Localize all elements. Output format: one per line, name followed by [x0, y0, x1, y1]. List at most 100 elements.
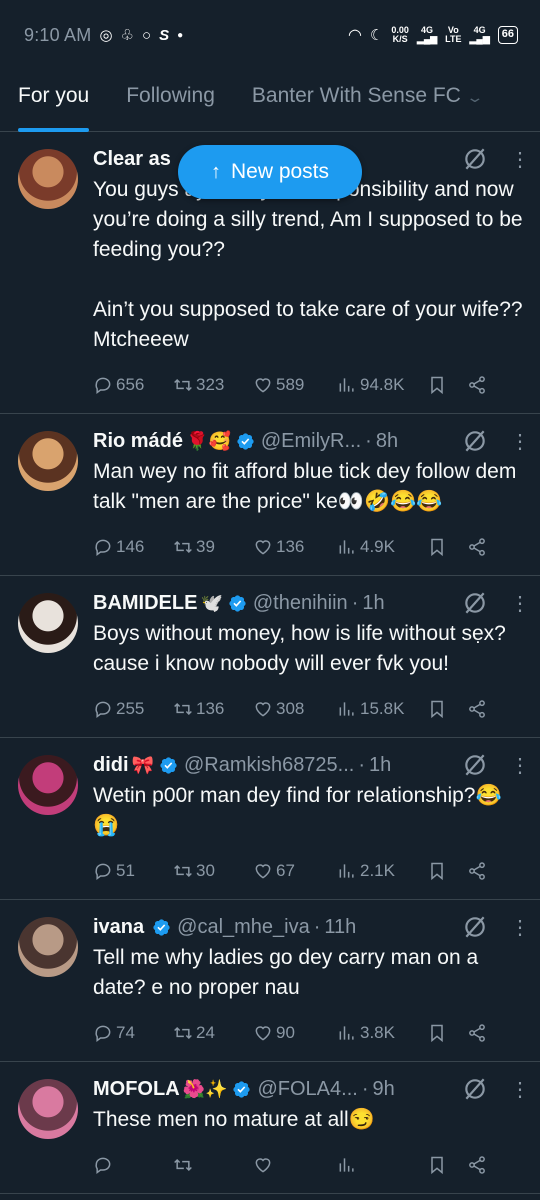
author-name[interactable]: Rio mádé [93, 430, 183, 453]
tab-community[interactable]: Banter With Sense FC ⌄ [252, 70, 484, 132]
reply-button[interactable] [93, 1155, 173, 1175]
more-options-icon[interactable]: ⋮ [510, 915, 530, 940]
like-button[interactable]: 589 [253, 375, 337, 395]
post-time[interactable]: 1h [369, 754, 391, 777]
separator-dot: · [361, 1077, 369, 1100]
like-count: 589 [276, 375, 305, 394]
author-handle[interactable]: @Ramkish68725... [184, 754, 354, 777]
bookmark-button[interactable] [427, 1023, 467, 1043]
verified-badge-icon [236, 432, 255, 451]
more-options-icon[interactable]: ⋮ [510, 429, 530, 454]
grok-icon[interactable] [462, 146, 488, 172]
post[interactable]: BAMIDELE 🕊️ @thenihiin · 1h ⋮ Boys witho… [0, 576, 540, 738]
tab-for-you[interactable]: For you [18, 70, 90, 132]
views-button[interactable]: 3.8K [337, 1023, 427, 1043]
post-time[interactable]: 8h [376, 430, 398, 453]
verified-badge-icon [228, 594, 247, 613]
post-time[interactable]: 1h [362, 592, 384, 615]
post-time[interactable]: 11h [324, 916, 356, 939]
reply-count: 146 [116, 537, 145, 556]
new-posts-button[interactable]: ↑ New posts [178, 145, 362, 199]
post-text: Boys without money, how is life without … [93, 622, 506, 675]
views-button[interactable] [337, 1155, 427, 1175]
post-time[interactable]: 9h [373, 1078, 395, 1101]
more-options-icon[interactable]: ⋮ [510, 1077, 530, 1102]
share-button[interactable] [467, 537, 497, 557]
repost-button[interactable]: 30 [173, 861, 253, 881]
repost-button[interactable]: 136 [173, 699, 253, 719]
repost-count: 39 [196, 537, 215, 556]
post[interactable]: MOFOLA 🌺✨ @FOLA4... · 9h ⋮ These men no … [0, 1062, 540, 1194]
heart-icon [255, 540, 271, 555]
grok-icon[interactable] [462, 752, 488, 778]
more-options-icon[interactable]: ⋮ [510, 753, 530, 778]
like-button[interactable] [253, 1155, 337, 1175]
views-button[interactable]: 94.8K [337, 375, 427, 395]
post[interactable]: ivana @cal_mhe_iva · 11h ⋮ Tell me why l… [0, 900, 540, 1062]
volte-indicator: Vo LTE [445, 26, 461, 44]
share-button[interactable] [467, 375, 497, 395]
more-options-icon[interactable]: ⋮ [510, 591, 530, 616]
repost-button[interactable] [173, 1155, 253, 1175]
author-handle[interactable]: @thenihiin [253, 592, 348, 615]
separator-dot: · [365, 429, 372, 452]
avatar[interactable] [18, 1079, 78, 1139]
repost-button[interactable]: 24 [173, 1023, 253, 1043]
share-button[interactable] [467, 861, 497, 881]
like-button[interactable]: 90 [253, 1023, 337, 1043]
author-name[interactable]: Clear as [93, 148, 171, 171]
author-handle[interactable]: @FOLA4... [257, 1078, 357, 1101]
grok-icon[interactable] [462, 428, 488, 454]
author-name[interactable]: didi [93, 754, 129, 777]
reply-button[interactable]: 51 [93, 861, 173, 881]
avatar[interactable] [18, 917, 78, 977]
share-button[interactable] [467, 699, 497, 719]
avatar[interactable] [18, 593, 78, 653]
views-button[interactable]: 15.8K [337, 699, 427, 719]
post[interactable]: didi 🎀 @Ramkish68725... · 1h ⋮ Wetin p00… [0, 738, 540, 900]
more-options-icon[interactable]: ⋮ [510, 147, 530, 172]
post[interactable]: Rio mádé 🌹🥰 @EmilyR... · 8h ⋮ Man wey no… [0, 414, 540, 576]
reply-button[interactable]: 656 [93, 375, 173, 395]
bookmark-button[interactable] [427, 861, 467, 881]
bookmark-icon [431, 376, 443, 395]
reply-button[interactable]: 146 [93, 537, 173, 557]
like-button[interactable]: 136 [253, 537, 337, 557]
like-button[interactable]: 67 [253, 861, 337, 881]
share-button[interactable] [467, 1155, 497, 1175]
author-handle[interactable]: @cal_mhe_iva [177, 916, 310, 939]
grok-icon[interactable] [462, 1076, 488, 1102]
bookmark-button[interactable] [427, 1155, 467, 1175]
post-content: Rio mádé 🌹🥰 @EmilyR... · 8h ⋮ Man wey no… [93, 426, 530, 575]
repost-icon [174, 540, 192, 554]
repost-button[interactable]: 323 [173, 375, 253, 395]
like-button[interactable]: 308 [253, 699, 337, 719]
post-actions: 146 39 136 4.9K [93, 523, 526, 571]
views-button[interactable]: 4.9K [337, 537, 427, 557]
grok-icon[interactable] [462, 590, 488, 616]
separator-dot: · [358, 753, 366, 776]
grok-icon[interactable] [462, 914, 488, 940]
views-button[interactable]: 2.1K [337, 861, 427, 881]
avatar[interactable] [18, 149, 78, 209]
share-icon [469, 700, 485, 718]
author-handle[interactable]: @EmilyR... [261, 430, 361, 453]
bookmark-button[interactable] [427, 375, 467, 395]
share-button[interactable] [467, 1023, 497, 1043]
tab-following[interactable]: Following [126, 70, 215, 132]
net3-label: 4G [473, 25, 486, 35]
author-name[interactable]: ivana [93, 916, 144, 939]
author-name[interactable]: MOFOLA [93, 1078, 180, 1101]
heart-icon [255, 702, 271, 717]
post-content: ivana @cal_mhe_iva · 11h ⋮ Tell me why l… [93, 912, 530, 1061]
heart-icon [255, 378, 271, 393]
avatar[interactable] [18, 755, 78, 815]
whatsapp-icon: ◎ [99, 27, 113, 44]
avatar[interactable] [18, 431, 78, 491]
repost-button[interactable]: 39 [173, 537, 253, 557]
author-name[interactable]: BAMIDELE [93, 592, 197, 615]
bookmark-button[interactable] [427, 537, 467, 557]
reply-button[interactable]: 255 [93, 699, 173, 719]
reply-button[interactable]: 74 [93, 1023, 173, 1043]
bookmark-button[interactable] [427, 699, 467, 719]
